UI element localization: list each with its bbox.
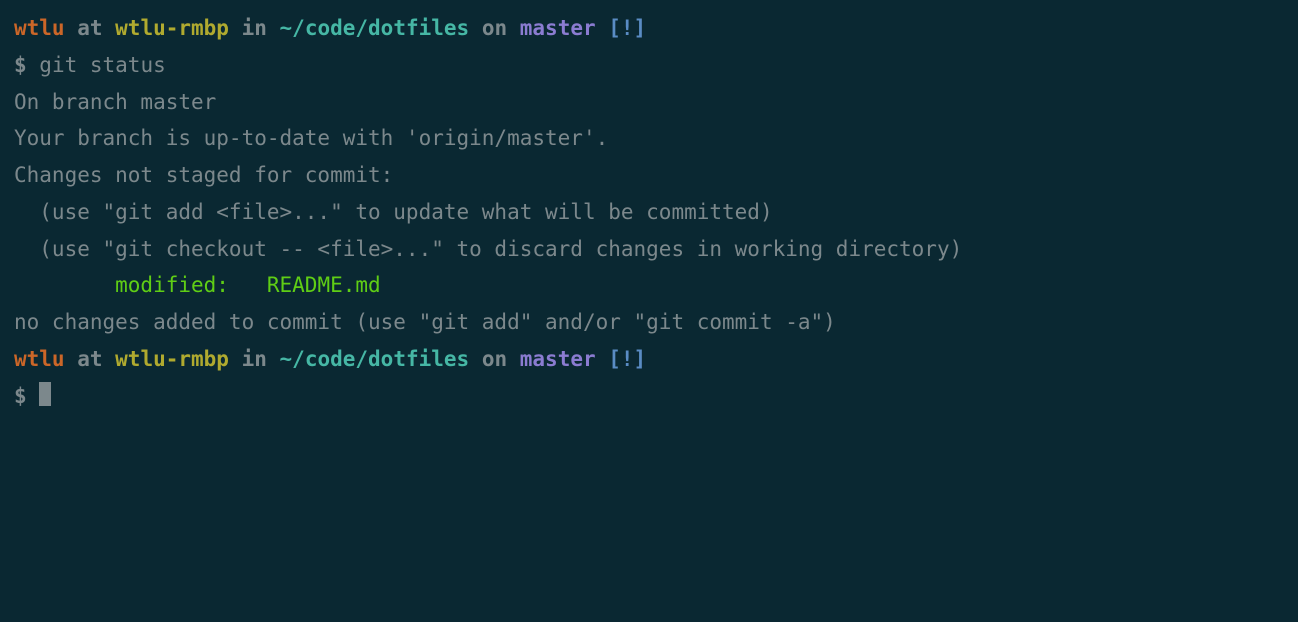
prompt-line-1: wtlu at wtlu-rmbp in ~/code/dotfiles on …	[14, 10, 1284, 47]
output-modified-label: modified:	[14, 273, 267, 297]
command-line-1: $ git status	[14, 47, 1284, 84]
output-hint-add: (use "git add <file>..." to update what …	[14, 194, 1284, 231]
prompt-path: ~/code/dotfiles	[280, 16, 470, 40]
prompt-user: wtlu	[14, 16, 65, 40]
prompt-on: on	[469, 347, 520, 371]
output-modified-file: README.md	[267, 273, 381, 297]
prompt-user: wtlu	[14, 347, 65, 371]
prompt-line-2: wtlu at wtlu-rmbp in ~/code/dotfiles on …	[14, 341, 1284, 378]
output-modified-line: modified: README.md	[14, 267, 1284, 304]
prompt-on: on	[469, 16, 520, 40]
prompt-symbol: $	[14, 384, 39, 408]
command-text: git status	[39, 53, 165, 77]
prompt-branch: master	[520, 16, 596, 40]
prompt-host: wtlu-rmbp	[115, 347, 229, 371]
prompt-host: wtlu-rmbp	[115, 16, 229, 40]
output-hint-checkout: (use "git checkout -- <file>..." to disc…	[14, 231, 1284, 268]
output-no-changes: no changes added to commit (use "git add…	[14, 304, 1284, 341]
prompt-path: ~/code/dotfiles	[280, 347, 470, 371]
prompt-in: in	[229, 16, 280, 40]
prompt-at: at	[65, 347, 116, 371]
terminal-window[interactable]: wtlu at wtlu-rmbp in ~/code/dotfiles on …	[14, 10, 1284, 414]
prompt-symbol: $	[14, 53, 39, 77]
command-line-2[interactable]: $	[14, 378, 1284, 415]
output-changes-header: Changes not staged for commit:	[14, 157, 1284, 194]
prompt-at: at	[65, 16, 116, 40]
cursor-block-icon	[39, 382, 51, 406]
output-branch: On branch master	[14, 84, 1284, 121]
prompt-dirty-flag: [!]	[596, 16, 647, 40]
prompt-branch: master	[520, 347, 596, 371]
output-uptodate: Your branch is up-to-date with 'origin/m…	[14, 120, 1284, 157]
prompt-dirty-flag: [!]	[596, 347, 647, 371]
prompt-in: in	[229, 347, 280, 371]
